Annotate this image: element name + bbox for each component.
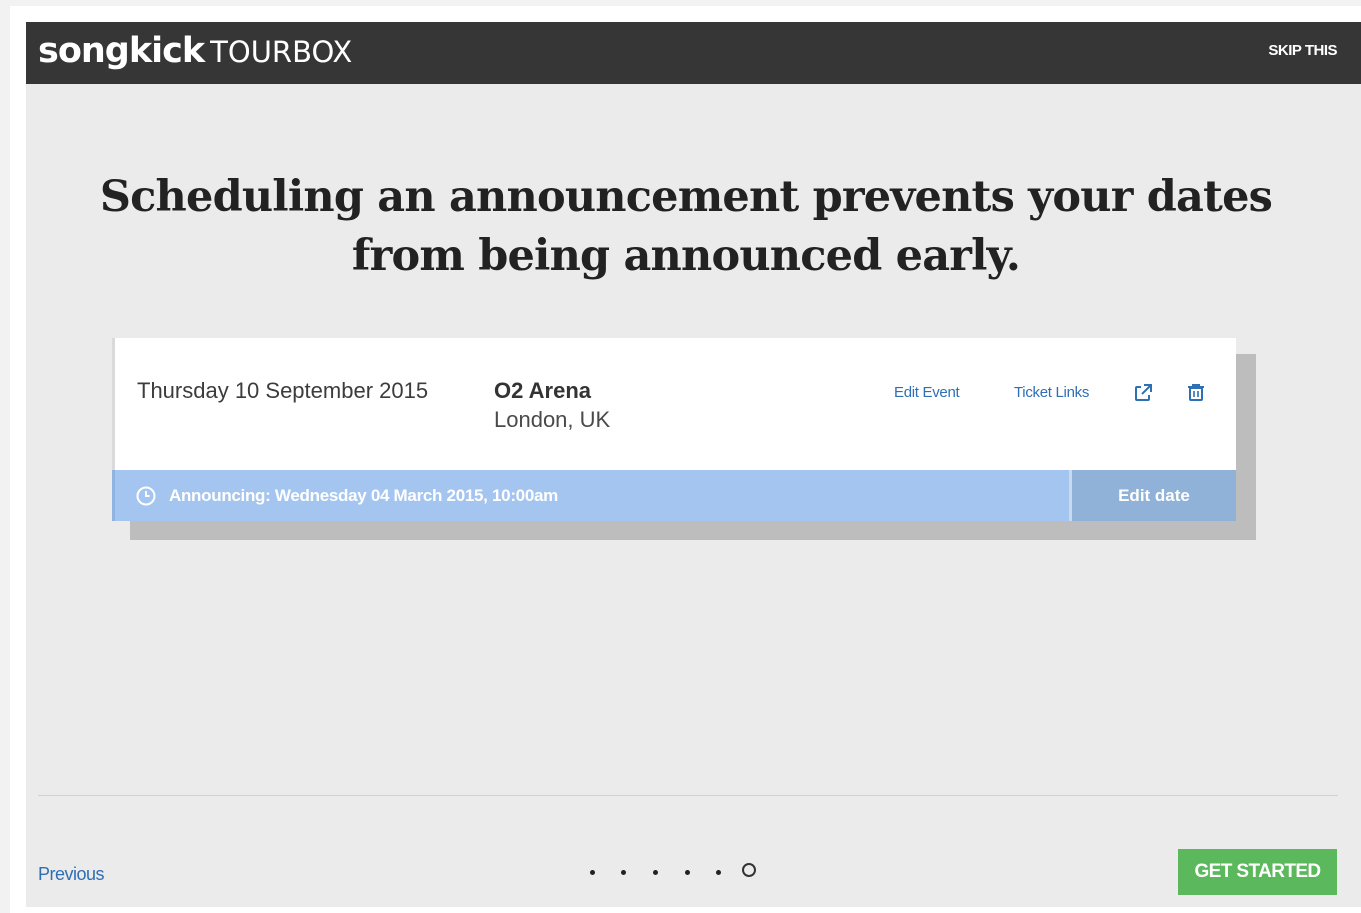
clock-icon xyxy=(135,485,157,507)
pager-dot[interactable] xyxy=(685,870,690,875)
pager-current-step[interactable] xyxy=(742,863,756,877)
pager-dot[interactable] xyxy=(653,870,658,875)
previous-link[interactable]: Previous xyxy=(38,864,105,885)
pager-dot[interactable] xyxy=(621,870,626,875)
event-card: Thursday 10 September 2015 O2 Arena Lond… xyxy=(112,338,1236,521)
get-started-button[interactable]: GET STARTED xyxy=(1178,849,1337,895)
page-title: Scheduling an announcement prevents your… xyxy=(99,172,1273,281)
songkick-tourbox-logo: songkick TOURBOX xyxy=(38,30,352,79)
skip-this-link[interactable]: SKIP THIS xyxy=(1268,42,1337,59)
pager-dot[interactable] xyxy=(590,870,595,875)
trash-icon[interactable] xyxy=(1185,382,1207,404)
edit-date-button[interactable]: Edit date xyxy=(1069,470,1236,521)
pager-dot[interactable] xyxy=(716,870,721,875)
edit-event-link[interactable]: Edit Event xyxy=(894,384,960,401)
venue-location: London, UK xyxy=(494,407,611,432)
announcement-text: Announcing: Wednesday 04 March 2015, 10:… xyxy=(169,486,558,505)
tour-modal: songkick TOURBOX SKIP THIS Scheduling an … xyxy=(26,22,1361,907)
venue-name: O2 Arena xyxy=(494,378,592,403)
ticket-links-link[interactable]: Ticket Links xyxy=(1014,384,1089,401)
step-pager xyxy=(582,862,782,882)
logo-brand: songkick xyxy=(38,31,205,71)
event-date: Thursday 10 September 2015 xyxy=(137,378,429,403)
top-bar: songkick TOURBOX SKIP THIS xyxy=(26,22,1361,84)
external-link-icon[interactable] xyxy=(1132,382,1154,404)
footer-divider xyxy=(38,795,1338,796)
logo-product: TOURBOX xyxy=(210,35,353,69)
announcement-bar: Announcing: Wednesday 04 March 2015, 10:… xyxy=(112,470,1069,521)
